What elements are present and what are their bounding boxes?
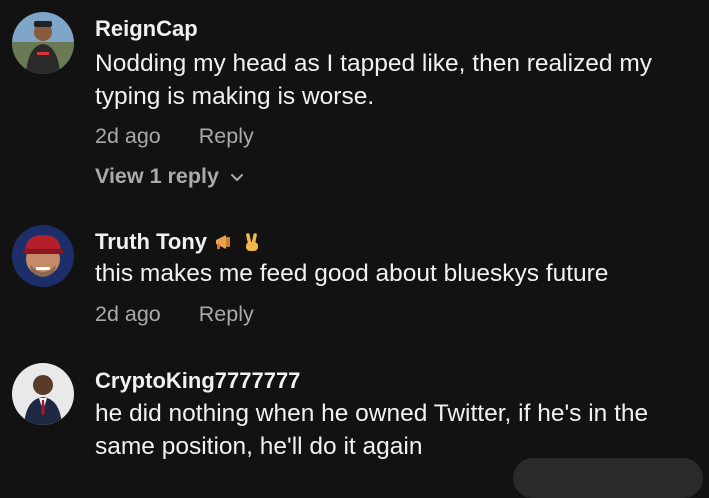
comment-text: Nodding my head as I tapped like, then r… <box>95 50 653 110</box>
reply-button[interactable]: Reply <box>199 124 254 148</box>
view-replies-label: View 1 reply <box>95 164 219 188</box>
comment-meta: 2d ago Reply <box>95 124 254 149</box>
username-text[interactable]: ReignCap <box>95 16 198 42</box>
username-text[interactable]: Truth Tony <box>95 229 207 255</box>
username[interactable]: Truth Tony <box>95 229 263 255</box>
avatar[interactable] <box>12 225 74 287</box>
username[interactable]: ReignCap <box>95 16 198 42</box>
timestamp: 2d ago <box>95 124 161 148</box>
victory-hand-icon <box>246 233 259 251</box>
avatar[interactable] <box>12 363 74 425</box>
username-text[interactable]: CryptoKing7777777 <box>95 368 300 394</box>
reply-button[interactable]: Reply <box>199 302 254 326</box>
timestamp: 2d ago <box>95 302 161 326</box>
chevron-down-icon <box>230 173 243 181</box>
comment-text: this makes me feed good about blueskys f… <box>95 260 609 287</box>
comment-meta: 2d ago Reply <box>95 302 254 327</box>
view-replies-button[interactable]: View 1 reply <box>95 164 245 189</box>
username[interactable]: CryptoKing7777777 <box>95 368 300 394</box>
comment-text: he did nothing when he owned Twitter, if… <box>95 400 649 460</box>
floating-pill[interactable] <box>513 458 703 498</box>
megaphone-icon <box>216 235 231 249</box>
avatar[interactable] <box>12 12 74 74</box>
